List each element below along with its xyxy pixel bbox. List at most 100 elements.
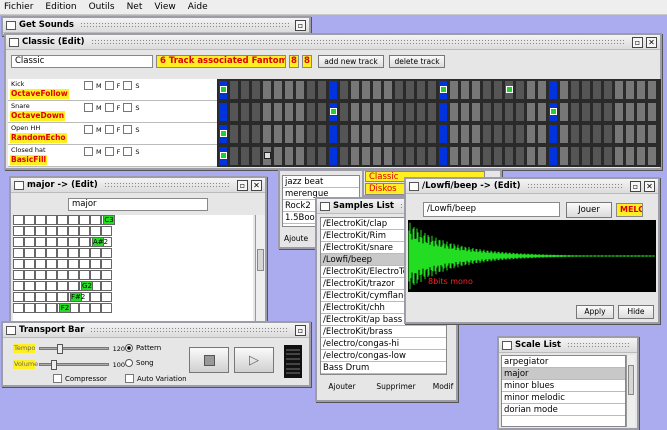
step-cell[interactable] <box>592 80 602 100</box>
step-cell[interactable] <box>537 80 547 100</box>
step-cell[interactable] <box>438 102 448 122</box>
step-cell[interactable] <box>350 146 360 166</box>
scale-cell[interactable] <box>13 215 24 225</box>
step-cell[interactable] <box>603 80 613 100</box>
tempo-slider[interactable] <box>39 344 109 354</box>
scale-note-cell[interactable]: A#2 <box>92 237 108 247</box>
scale-note-cell[interactable]: F#2 <box>70 292 85 302</box>
mute-checkbox[interactable] <box>84 81 93 90</box>
scale-cell[interactable] <box>24 281 35 291</box>
scale-cell[interactable] <box>57 215 68 225</box>
step-cell[interactable] <box>614 124 624 144</box>
step-cell[interactable] <box>394 146 404 166</box>
scale-cell[interactable] <box>13 270 24 280</box>
scale-cell[interactable] <box>79 303 90 313</box>
step-cell[interactable] <box>339 80 349 100</box>
step-cell[interactable] <box>504 102 514 122</box>
step-cell[interactable] <box>625 102 635 122</box>
step-cell[interactable] <box>306 80 316 100</box>
scale-cell[interactable] <box>90 226 101 236</box>
scale-cell[interactable] <box>101 270 112 280</box>
slider-knob[interactable] <box>50 360 57 370</box>
scale-cell[interactable] <box>68 226 79 236</box>
supprimer-button[interactable]: Supprimer <box>367 381 425 394</box>
scale-name-field[interactable]: major <box>68 198 208 211</box>
restore-icon[interactable]: ▫ <box>237 179 248 191</box>
step-cell[interactable] <box>471 80 481 100</box>
step-cell[interactable] <box>449 102 459 122</box>
solo-checkbox[interactable] <box>123 125 133 134</box>
scale-cell[interactable] <box>46 259 57 269</box>
sample-list-item[interactable]: /electro/congas-hi <box>321 338 446 350</box>
scale-cell[interactable] <box>57 248 68 258</box>
step-cell[interactable] <box>471 124 481 144</box>
step-cell[interactable] <box>603 124 613 144</box>
step-cell[interactable] <box>570 146 580 166</box>
scale-cell[interactable] <box>13 248 24 258</box>
step-cell[interactable] <box>416 102 426 122</box>
step-cell[interactable] <box>251 146 261 166</box>
scale-cell[interactable] <box>101 281 112 291</box>
scale-cell[interactable] <box>57 237 68 247</box>
step-cell[interactable] <box>537 102 547 122</box>
scale-cell[interactable] <box>57 226 68 236</box>
scale-cell[interactable] <box>57 292 68 302</box>
scale-cell[interactable] <box>68 248 79 258</box>
beep-titlebar[interactable]: /Lowfi/beep -> (Edit) ▫ ✕ <box>406 179 658 194</box>
fx-checkbox[interactable] <box>104 147 114 156</box>
step-cell[interactable] <box>526 102 536 122</box>
major-titlebar[interactable]: major -> (Edit) ▫ ✕ <box>11 178 265 193</box>
scale-cell[interactable] <box>24 237 35 247</box>
step-cell[interactable] <box>647 124 657 144</box>
scale-cell[interactable] <box>90 270 101 280</box>
auto-variation-checkbox[interactable] <box>125 374 134 383</box>
scale-cell[interactable] <box>57 281 68 291</box>
scale-cell[interactable] <box>46 215 57 225</box>
step-cell[interactable] <box>482 146 492 166</box>
step-cell[interactable] <box>471 102 481 122</box>
solo-checkbox[interactable] <box>123 81 133 90</box>
pattern-name-field[interactable]: Classic <box>11 55 153 68</box>
scale-cell[interactable] <box>46 248 57 258</box>
close-icon[interactable]: ✕ <box>251 179 262 191</box>
scale-cell[interactable] <box>79 237 90 247</box>
step-cell[interactable] <box>592 102 602 122</box>
step-cell[interactable] <box>306 102 316 122</box>
step-cell[interactable] <box>229 124 239 144</box>
fx-checkbox[interactable] <box>104 81 114 90</box>
scale-cell[interactable] <box>13 226 24 236</box>
step-cell[interactable] <box>460 146 470 166</box>
scale-cell[interactable] <box>35 226 46 236</box>
scale-cell[interactable] <box>46 270 57 280</box>
scale-cell[interactable] <box>101 226 112 236</box>
modif-button[interactable]: Modif <box>428 381 458 394</box>
scrollbar[interactable] <box>626 355 635 427</box>
scale-cell[interactable] <box>46 226 57 236</box>
track-pattern-label[interactable]: OctaveDown <box>10 111 66 121</box>
step-cell[interactable] <box>614 146 624 166</box>
step-cell[interactable] <box>581 102 591 122</box>
step-cell[interactable] <box>350 102 360 122</box>
step-cell[interactable] <box>416 124 426 144</box>
step-cell[interactable] <box>284 102 294 122</box>
step-cell[interactable] <box>625 146 635 166</box>
scale-cell[interactable] <box>68 270 79 280</box>
step-cell[interactable] <box>284 124 294 144</box>
step-cell[interactable] <box>405 80 415 100</box>
scale-cell[interactable] <box>90 303 101 313</box>
scale-cell[interactable] <box>90 248 101 258</box>
step-cell[interactable] <box>449 146 459 166</box>
scale-cell[interactable] <box>79 215 90 225</box>
step-cell[interactable] <box>295 80 305 100</box>
scale-cell[interactable] <box>46 303 57 313</box>
step-cell[interactable] <box>460 80 470 100</box>
step-cell[interactable] <box>526 146 536 166</box>
sample-list-item[interactable]: /ElectroKit/brass <box>321 326 446 338</box>
step-cell[interactable] <box>273 124 283 144</box>
hide-button[interactable]: Hide <box>618 305 654 319</box>
step-cell[interactable] <box>427 80 437 100</box>
menu-net[interactable]: Net <box>127 2 143 12</box>
step-cell[interactable] <box>251 80 261 100</box>
step-cell[interactable] <box>548 80 558 100</box>
step-cell[interactable] <box>273 102 283 122</box>
